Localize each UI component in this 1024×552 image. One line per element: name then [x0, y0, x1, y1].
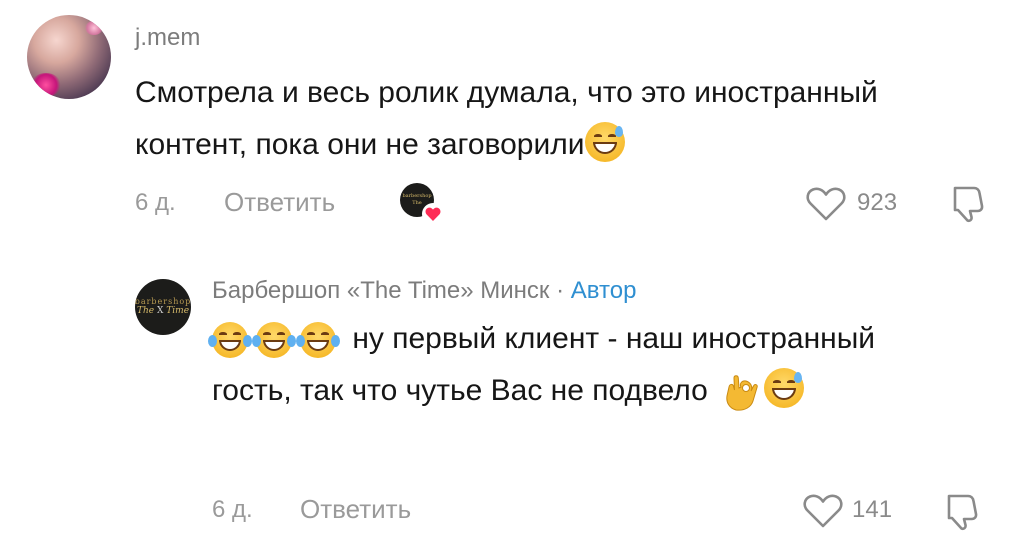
heart-outline-icon [803, 494, 843, 528]
sweat-smile-emoji [584, 122, 625, 163]
like-count: 923 [857, 189, 898, 216]
laughing-tears-emoji [252, 322, 296, 359]
author-name[interactable]: Барбершоп «The Time» Минск [212, 277, 549, 304]
reply-button[interactable]: Ответить [300, 494, 411, 524]
user-avatar[interactable] [27, 15, 111, 99]
avatar-flower [85, 21, 103, 35]
avatar-text-top: barbershop [135, 297, 191, 306]
sweat-smile-emoji [763, 368, 804, 409]
dislike-icon [947, 494, 978, 531]
dislike-icon [953, 186, 984, 223]
like-button[interactable] [802, 493, 844, 529]
laughing-tears-emoji [208, 322, 252, 359]
like-count: 141 [852, 496, 893, 523]
comment-username[interactable]: Барбершоп «The Time» Минск · Автор [212, 277, 636, 305]
comment-timestamp: 6 д. [135, 189, 176, 216]
avatar-flower [31, 73, 61, 97]
avatar-text-main: The X Time [136, 306, 190, 316]
dislike-button[interactable] [946, 184, 986, 224]
heart-outline-icon [806, 187, 846, 221]
comment-text: Смотрела и весь ролик думала, что это ин… [135, 67, 985, 171]
reply-button[interactable]: Ответить [224, 187, 335, 217]
comment-text: ну первый клиент - наш иностранный гость… [208, 313, 952, 417]
reply-comment-item: barbershop The X Time Барбершоп «The Tim… [0, 250, 1024, 552]
laughing-tears-emoji [296, 322, 340, 359]
dislike-button[interactable] [940, 492, 980, 532]
heart-filled-icon [422, 203, 444, 225]
comment-text-content: Смотрела и весь ролик думала, что это ин… [135, 76, 878, 161]
comment-username[interactable]: j.mem [135, 24, 200, 52]
like-button[interactable] [805, 186, 847, 222]
author-badge: Автор [570, 277, 637, 304]
author-avatar[interactable]: barbershop The X Time [135, 279, 191, 335]
separator-dot: · [556, 277, 565, 304]
creator-liked-badge: barbershop The [400, 183, 444, 225]
comment-timestamp: 6 д. [212, 496, 253, 523]
ok-hand-emoji [722, 372, 760, 412]
comment-item: j.mem Смотрела и весь ролик думала, что … [0, 0, 1024, 250]
